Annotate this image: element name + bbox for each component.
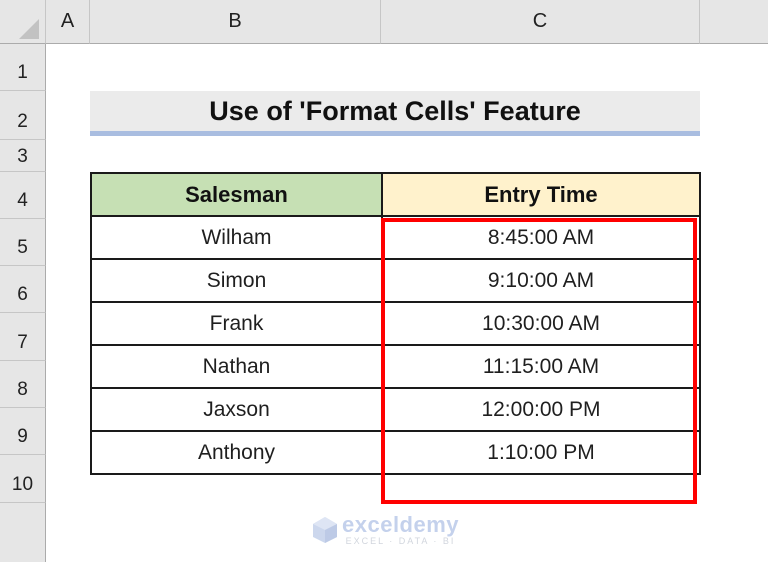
- entry-time-cell[interactable]: 11:15:00 AM: [381, 344, 701, 389]
- row-header-5[interactable]: 5: [0, 219, 46, 266]
- column-header-c[interactable]: C: [381, 0, 700, 44]
- salesman-cell[interactable]: Jaxson: [90, 387, 383, 432]
- salesman-entry-table: Salesman Entry Time Wilham 8:45:00 AM Si…: [90, 172, 701, 475]
- entry-time-cell[interactable]: 8:45:00 AM: [381, 215, 701, 260]
- header-entry-time[interactable]: Entry Time: [381, 172, 701, 217]
- salesman-cell[interactable]: Nathan: [90, 344, 383, 389]
- row-header-7[interactable]: 7: [0, 313, 46, 361]
- entry-time-cell[interactable]: 9:10:00 AM: [381, 258, 701, 303]
- header-salesman[interactable]: Salesman: [90, 172, 383, 217]
- row-header-4[interactable]: 4: [0, 172, 46, 219]
- row-header-9[interactable]: 9: [0, 408, 46, 455]
- table-row: Wilham 8:45:00 AM: [90, 215, 701, 260]
- select-all-corner[interactable]: [0, 0, 46, 44]
- entry-time-cell[interactable]: 12:00:00 PM: [381, 387, 701, 432]
- watermark-tagline: EXCEL · DATA · BI: [345, 536, 456, 546]
- row-header-10[interactable]: 10: [0, 455, 46, 503]
- row-header-3[interactable]: 3: [0, 140, 46, 172]
- salesman-cell[interactable]: Anthony: [90, 430, 383, 475]
- row-header-6[interactable]: 6: [0, 266, 46, 313]
- title-cell[interactable]: Use of 'Format Cells' Feature: [90, 91, 700, 136]
- entry-time-cell[interactable]: 1:10:00 PM: [381, 430, 701, 475]
- table-row: Frank 10:30:00 AM: [90, 301, 701, 346]
- row-header-2[interactable]: 2: [0, 91, 46, 140]
- select-all-triangle-icon: [19, 19, 39, 39]
- row-header-11[interactable]: [0, 503, 46, 562]
- entry-time-cell[interactable]: 10:30:00 AM: [381, 301, 701, 346]
- table-header-row: Salesman Entry Time: [90, 172, 701, 217]
- watermark-brand: exceldemy: [342, 512, 460, 537]
- exceldemy-logo-icon: [313, 517, 337, 543]
- table-row: Jaxson 12:00:00 PM: [90, 387, 701, 432]
- column-header-a[interactable]: A: [46, 0, 90, 44]
- salesman-cell[interactable]: Wilham: [90, 215, 383, 260]
- row-header-8[interactable]: 8: [0, 361, 46, 408]
- column-header-b[interactable]: B: [90, 0, 381, 44]
- salesman-cell[interactable]: Simon: [90, 258, 383, 303]
- table-row: Anthony 1:10:00 PM: [90, 430, 701, 475]
- column-header-d[interactable]: [700, 0, 768, 44]
- row-header-1[interactable]: 1: [0, 44, 46, 91]
- watermark: exceldemy EXCEL · DATA · BI: [312, 514, 459, 546]
- table-row: Simon 9:10:00 AM: [90, 258, 701, 303]
- salesman-cell[interactable]: Frank: [90, 301, 383, 346]
- table-row: Nathan 11:15:00 AM: [90, 344, 701, 389]
